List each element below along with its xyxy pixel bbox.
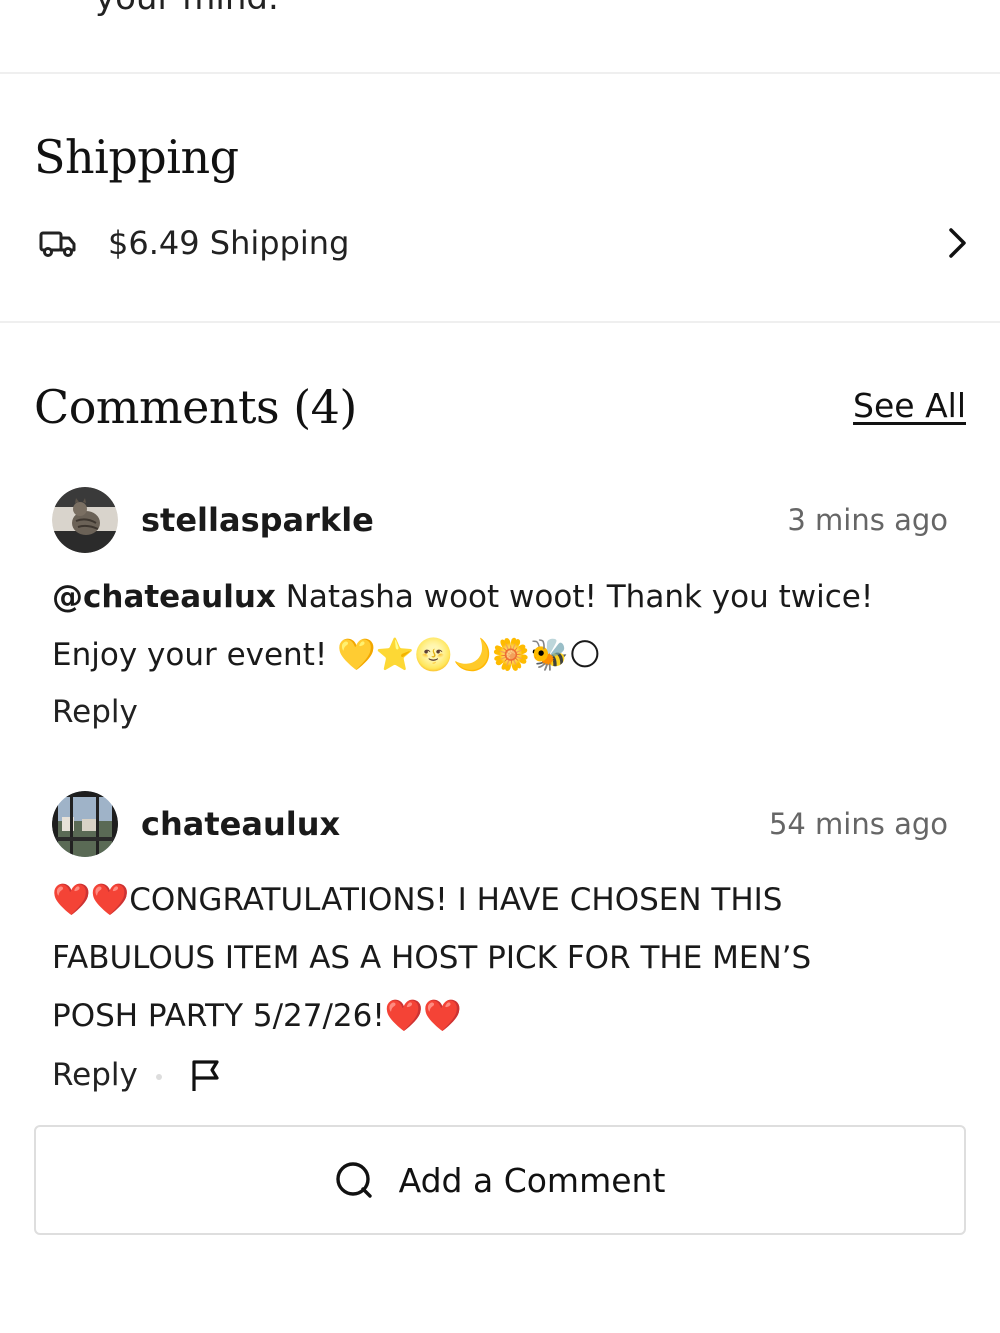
comment-text-line2: FABULOUS ITEM AS A HOST PICK FOR THE MEN…	[52, 940, 812, 976]
avatar[interactable]	[52, 791, 118, 857]
divider	[0, 321, 1000, 323]
comment-text-line3: POSH PARTY 5/27/26!❤️❤️	[52, 998, 462, 1034]
previous-section-text: your mind.	[95, 0, 279, 18]
comment-item: chateaulux 54 mins ago ❤️❤️CONGRATULATIO…	[52, 791, 952, 1101]
comment-item: stellasparkle 3 mins ago @chateaulux Nat…	[52, 487, 952, 747]
comment-bubble-icon	[335, 1162, 372, 1198]
comment-text-line1: Natasha woot woot! Thank you twice!	[275, 579, 874, 615]
shipping-price-label: $6.49 Shipping	[108, 224, 350, 262]
reply-button[interactable]: Reply	[52, 694, 138, 730]
comment-body: @chateaulux Natasha woot woot! Thank you…	[52, 568, 932, 684]
comment-text-line1: ❤️❤️CONGRATULATIONS! I HAVE CHOSEN THIS	[52, 882, 783, 918]
comment-body: ❤️❤️CONGRATULATIONS! I HAVE CHOSEN THIS …	[52, 871, 952, 1045]
reply-button[interactable]: Reply	[52, 1057, 138, 1093]
avatar[interactable]	[52, 487, 118, 553]
comment-timestamp: 54 mins ago	[768, 807, 948, 841]
add-comment-button[interactable]: Add a Comment	[34, 1125, 966, 1235]
comments-title: Comments (4)	[34, 380, 357, 434]
comment-username[interactable]: chateaulux	[141, 805, 340, 843]
chevron-right-icon[interactable]	[942, 226, 972, 260]
flag-icon[interactable]	[190, 1059, 222, 1093]
shipping-title: Shipping	[34, 130, 239, 184]
truck-icon	[39, 231, 76, 257]
comment-timestamp: 3 mins ago	[787, 503, 948, 537]
divider	[0, 72, 1000, 74]
add-comment-label: Add a Comment	[398, 1160, 666, 1200]
comment-mention[interactable]: @chateaulux	[52, 579, 276, 615]
comment-text-line2: Enjoy your event! 💛⭐🌝🌙🌼🐝🌕	[52, 637, 602, 673]
shipping-row[interactable]: $6.49 Shipping	[34, 218, 974, 268]
see-all-link[interactable]: See All	[853, 386, 966, 425]
separator-dot	[156, 1074, 162, 1080]
comment-username[interactable]: stellasparkle	[141, 501, 374, 539]
